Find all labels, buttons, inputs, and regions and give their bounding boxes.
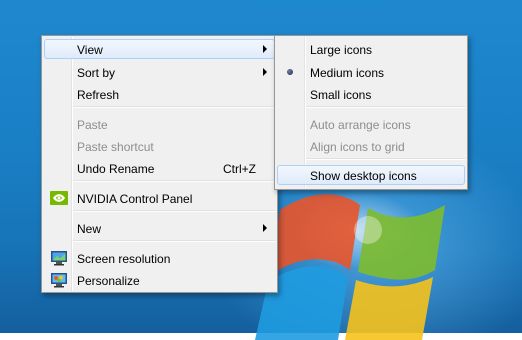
menu-item-personalize-label: Personalize [77, 274, 140, 288]
menu-item-screen-resolution[interactable]: Screen resolution [44, 248, 275, 268]
submenu-arrow-icon [263, 45, 267, 53]
submenu-item-medium-icons[interactable]: Medium icons [277, 62, 465, 82]
menu-separator [73, 240, 275, 242]
menu-item-screen-resolution-label: Screen resolution [77, 252, 171, 266]
menu-item-paste-shortcut[interactable]: Paste shortcut [44, 136, 275, 156]
menu-item-personalize[interactable]: Personalize [44, 270, 275, 290]
menu-item-refresh[interactable]: Refresh [44, 84, 275, 104]
align-grid-label: Align icons to grid [310, 140, 405, 154]
submenu-item-show-desktop-icons[interactable]: Show desktop icons [277, 165, 465, 185]
personalize-monitor-icon [51, 273, 67, 288]
medium-icons-label: Medium icons [310, 66, 385, 80]
large-icons-label: Large icons [310, 43, 373, 57]
submenu-arrow-icon [263, 224, 267, 232]
menu-item-nvidia-label: NVIDIA Control Panel [77, 192, 193, 206]
menu-separator [73, 180, 275, 182]
menu-separator [73, 106, 275, 108]
menu-item-sort-by-label: Sort by [77, 66, 116, 80]
desktop-context-menu: View Sort by Refresh Paste Paste shortcu… [41, 35, 278, 293]
menu-item-paste-shortcut-label: Paste shortcut [77, 140, 154, 154]
menu-separator [73, 210, 275, 212]
undo-rename-shortcut: Ctrl+Z [223, 162, 256, 176]
submenu-item-small-icons[interactable]: Small icons [277, 84, 465, 104]
submenu-arrow-icon [263, 68, 267, 76]
menu-item-paste-label: Paste [77, 118, 108, 132]
menu-item-nvidia-control-panel[interactable]: NVIDIA Control Panel [44, 188, 275, 208]
menu-item-refresh-label: Refresh [77, 88, 120, 102]
submenu-item-large-icons[interactable]: Large icons [277, 39, 465, 59]
submenu-item-align-grid[interactable]: Align icons to grid [277, 136, 465, 156]
show-desktop-icons-label: Show desktop icons [310, 169, 417, 183]
menu-item-undo-rename-label: Undo Rename [77, 162, 155, 176]
menu-item-sort-by[interactable]: Sort by [44, 62, 275, 82]
radio-selected-icon [287, 69, 293, 75]
menu-item-view-label: View [77, 43, 103, 57]
submenu-separator [306, 158, 465, 160]
menu-item-paste[interactable]: Paste [44, 114, 275, 134]
monitor-icon [51, 251, 67, 266]
menu-item-new-label: New [77, 222, 102, 236]
menu-item-undo-rename[interactable]: Undo Rename Ctrl+Z [44, 158, 275, 178]
submenu-item-auto-arrange[interactable]: Auto arrange icons [277, 114, 465, 134]
small-icons-label: Small icons [310, 88, 372, 102]
submenu-separator [306, 106, 465, 108]
view-submenu: Large icons Medium icons Small icons Aut… [274, 35, 468, 190]
auto-arrange-label: Auto arrange icons [310, 118, 411, 132]
menu-item-view[interactable]: View [44, 39, 275, 59]
nvidia-logo-icon [50, 191, 68, 205]
menu-item-new[interactable]: New [44, 218, 275, 238]
